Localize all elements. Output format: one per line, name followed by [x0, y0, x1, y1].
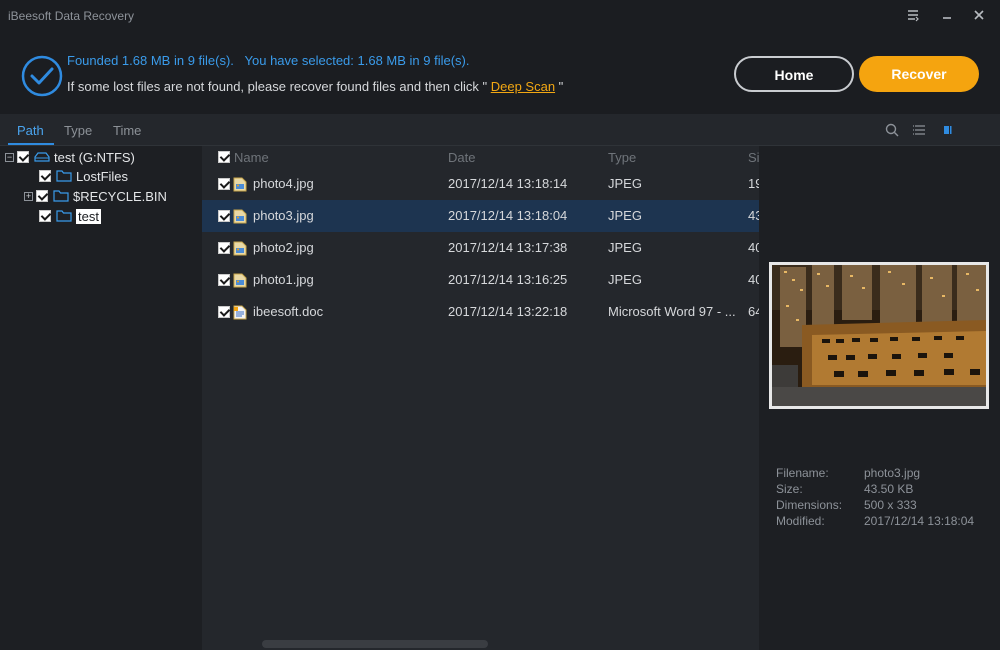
file-date: 2017/12/14 13:18:14: [448, 176, 568, 191]
file-checkbox[interactable]: [218, 210, 230, 222]
collapse-icon[interactable]: −: [5, 152, 14, 162]
file-size: 19: [748, 176, 759, 191]
file-date: 2017/12/14 13:18:04: [448, 208, 568, 223]
file-row[interactable]: photo4.jpg 2017/12/14 13:18:14 JPEG 19: [202, 168, 759, 200]
check-circle-icon: [21, 55, 63, 97]
folder-tree: − test (G:NTFS) LostFiles + $RECYCLE.BIN…: [0, 146, 202, 650]
file-size: 40: [748, 272, 759, 287]
tree-label: LostFiles: [76, 168, 129, 184]
recover-button[interactable]: Recover: [859, 56, 979, 92]
search-icon[interactable]: [884, 122, 900, 138]
tab-path[interactable]: Path: [17, 123, 44, 138]
menu-icon[interactable]: [904, 8, 922, 26]
file-row[interactable]: ibeesoft.doc 2017/12/14 13:22:18 Microso…: [202, 296, 759, 328]
select-all-checkbox[interactable]: [218, 151, 230, 163]
folder-icon: [56, 210, 72, 222]
preview-image: [769, 262, 989, 409]
tree-node-root[interactable]: − test (G:NTFS): [5, 148, 135, 166]
tree-checkbox[interactable]: [39, 170, 51, 182]
minimize-icon[interactable]: [938, 8, 956, 26]
column-name[interactable]: Name: [234, 150, 269, 165]
preview-panel: Filename: photo3.jpg Size: 43.50 KB Dime…: [759, 146, 1000, 650]
tree-label: test: [76, 208, 101, 224]
file-row[interactable]: photo2.jpg 2017/12/14 13:17:38 JPEG 40: [202, 232, 759, 264]
file-name: photo3.jpg: [253, 208, 314, 223]
size-value: 43.50 KB: [864, 482, 914, 496]
modified-label: Modified:: [776, 514, 825, 528]
file-size: 43: [748, 208, 759, 223]
file-checkbox[interactable]: [218, 274, 230, 286]
file-type: JPEG: [608, 240, 642, 255]
tree-checkbox[interactable]: [39, 210, 51, 222]
file-type: JPEG: [608, 272, 642, 287]
file-size: 40: [748, 240, 759, 255]
dimensions-value: 500 x 333: [864, 498, 917, 512]
file-type: Microsoft Word 97 - ...: [608, 304, 736, 319]
scan-hint-text: If some lost files are not found, please…: [67, 79, 491, 94]
title-bar: iBeesoft Data Recovery: [0, 0, 1000, 36]
file-list: Name Date Type Si photo4.jpg 2017/12/14 …: [202, 146, 759, 650]
scan-hint-suffix: ": [555, 79, 564, 94]
column-type[interactable]: Type: [608, 150, 636, 165]
dimensions-label: Dimensions:: [776, 498, 843, 512]
file-checkbox[interactable]: [218, 178, 230, 190]
file-name: ibeesoft.doc: [253, 304, 324, 319]
file-type: JPEG: [608, 208, 642, 223]
file-row[interactable]: photo1.jpg 2017/12/14 13:16:25 JPEG 40: [202, 264, 759, 296]
list-view-icon[interactable]: [912, 122, 928, 138]
tab-time[interactable]: Time: [113, 123, 141, 138]
file-date: 2017/12/14 13:17:38: [448, 240, 568, 255]
filename-value: photo3.jpg: [864, 466, 921, 480]
file-name: photo1.jpg: [253, 272, 314, 287]
file-name: photo2.jpg: [253, 240, 314, 255]
expand-icon[interactable]: +: [24, 191, 33, 201]
scan-hint: If some lost files are not found, please…: [67, 79, 563, 94]
tree-label: test (G:NTFS): [54, 149, 135, 165]
folder-icon: [56, 170, 72, 182]
active-tab-indicator: [8, 143, 54, 145]
tree-node-recycle-bin[interactable]: + $RECYCLE.BIN: [24, 187, 167, 205]
doc-file-icon: [233, 305, 247, 320]
file-name: photo4.jpg: [253, 176, 314, 191]
file-checkbox[interactable]: [218, 306, 230, 318]
file-date: 2017/12/14 13:16:25: [448, 272, 568, 287]
tab-type[interactable]: Type: [64, 123, 92, 138]
image-file-icon: [233, 241, 247, 256]
status-header: Founded 1.68 MB in 9 file(s). You have s…: [0, 36, 1000, 114]
view-tab-bar: Path Type Time: [0, 114, 1000, 146]
file-size: 64: [748, 304, 759, 319]
folder-icon: [53, 190, 69, 202]
scan-summary: Founded 1.68 MB in 9 file(s). You have s…: [67, 53, 470, 68]
size-label: Size:: [776, 482, 803, 496]
file-checkbox[interactable]: [218, 242, 230, 254]
tree-checkbox[interactable]: [17, 151, 29, 163]
image-file-icon: [233, 273, 247, 288]
tree-checkbox[interactable]: [36, 190, 48, 202]
list-header: Name Date Type Si: [202, 146, 759, 168]
deep-scan-link[interactable]: Deep Scan: [491, 79, 555, 94]
app-title: iBeesoft Data Recovery: [8, 9, 135, 23]
grid-view-icon[interactable]: [940, 122, 956, 138]
filename-label: Filename:: [776, 466, 829, 480]
horizontal-scrollbar[interactable]: [262, 640, 488, 648]
file-row-selected[interactable]: photo3.jpg 2017/12/14 13:18:04 JPEG 43: [202, 200, 759, 232]
tree-node-test[interactable]: test: [39, 207, 101, 225]
home-button[interactable]: Home: [734, 56, 854, 92]
image-file-icon: [233, 177, 247, 192]
file-date: 2017/12/14 13:22:18: [448, 304, 568, 319]
file-type: JPEG: [608, 176, 642, 191]
tree-label: $RECYCLE.BIN: [73, 188, 167, 204]
tree-node-lostfiles[interactable]: LostFiles: [39, 167, 128, 185]
drive-icon: [34, 152, 50, 162]
parking-photo-thumbnail: [772, 265, 986, 406]
modified-value: 2017/12/14 13:18:04: [864, 514, 975, 528]
image-file-icon: [233, 209, 247, 224]
column-size[interactable]: Si: [748, 150, 759, 165]
column-date[interactable]: Date: [448, 150, 475, 165]
close-icon[interactable]: [970, 8, 988, 26]
